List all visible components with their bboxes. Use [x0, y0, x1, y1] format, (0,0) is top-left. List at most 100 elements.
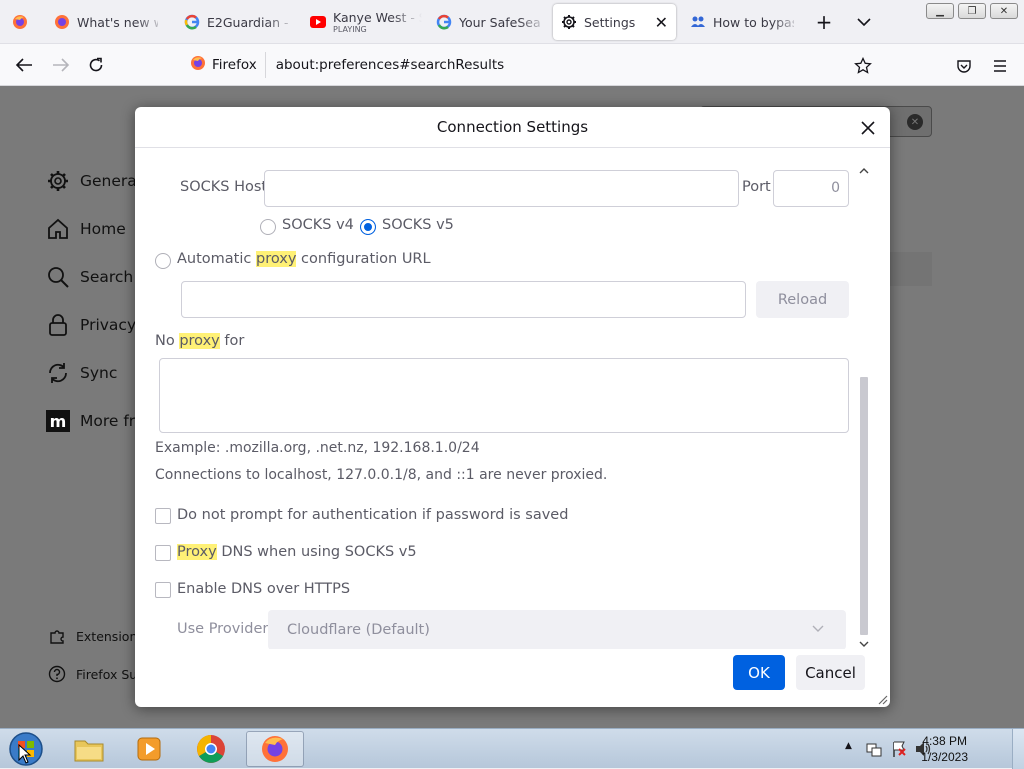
tab-settings[interactable]: Settings ✕	[553, 4, 676, 40]
dns-over-https-checkbox[interactable]	[155, 582, 171, 598]
reload-pac-button[interactable]: Reload	[756, 281, 849, 318]
list-all-tabs-button[interactable]	[852, 10, 876, 34]
tab-playing-label: PLAYING	[333, 24, 367, 34]
sidebar-item-sync[interactable]: Sync	[46, 361, 117, 385]
dialog-body: SOCKS Host Port 0 SOCKS v4 SOCKS v5 Auto…	[135, 149, 875, 649]
tab-kanye-west[interactable]: Kanye West - St PLAYING	[302, 4, 422, 40]
gear-icon	[48, 171, 68, 191]
bookmark-star-button[interactable]	[851, 54, 875, 78]
clear-search-icon[interactable]: ✕	[907, 114, 923, 130]
minimize-icon: ▁	[936, 5, 944, 17]
sidebar-item-home[interactable]: Home	[46, 217, 126, 241]
tab-safesearch[interactable]: Your SafeSearch	[428, 4, 548, 40]
taskbar-chrome[interactable]	[184, 731, 238, 767]
close-icon	[861, 121, 875, 135]
cancel-button[interactable]: Cancel	[796, 655, 865, 690]
restore-button[interactable]: ❐	[958, 3, 986, 19]
proxy-dns-checkbox[interactable]	[155, 545, 171, 561]
scrollbar-thumb[interactable]	[860, 377, 868, 635]
sidebar-item-label: General	[80, 172, 142, 190]
system-clock[interactable]: 4:38 PM 1/3/2023	[921, 733, 968, 765]
plus-icon: +	[815, 10, 833, 34]
dialog-scrollbar[interactable]	[857, 162, 871, 652]
sidebar-item-extensions[interactable]: Extension	[48, 627, 137, 645]
tab-strip: What's new with E2Guardian - U Kanye Wes…	[0, 0, 1024, 44]
sidebar-item-label: Sync	[80, 364, 118, 382]
app-menu-button[interactable]	[988, 54, 1012, 78]
forward-button[interactable]	[49, 53, 73, 77]
tab-title: How to bypass	[713, 14, 794, 30]
show-hidden-icons-icon[interactable]: ▲	[845, 741, 852, 751]
auto-proxy-url-radio[interactable]	[155, 253, 171, 269]
tab-e2guardian[interactable]: E2Guardian - U	[176, 4, 296, 40]
provider-selected-value: Cloudflare (Default)	[287, 622, 430, 638]
reload-button[interactable]	[84, 53, 108, 77]
resize-grip-icon[interactable]	[876, 693, 888, 705]
sidebar-item-privacy[interactable]: Privacy	[46, 313, 136, 337]
minimize-button[interactable]: ▁	[926, 3, 954, 19]
socks-v5-label: SOCKS v5	[382, 217, 454, 233]
auto-proxy-url-input[interactable]	[181, 281, 746, 318]
close-tab-icon[interactable]: ✕	[655, 13, 668, 32]
auto-proxy-url-label: Automatic proxy configuration URL	[177, 251, 431, 267]
provider-select[interactable]: Cloudflare (Default)	[268, 610, 846, 649]
new-tab-button[interactable]: +	[812, 10, 836, 34]
dialog-close-button[interactable]	[856, 116, 880, 140]
taskbar-media-player[interactable]	[122, 731, 176, 767]
socks-host-input[interactable]	[264, 170, 739, 207]
close-icon: ✕	[999, 5, 1009, 17]
gear-icon	[561, 14, 577, 30]
no-proxy-label: No proxy for	[155, 333, 245, 349]
socks-host-label: SOCKS Host	[180, 179, 268, 195]
socks-port-input[interactable]: 0	[773, 170, 849, 207]
page-section-highlight	[890, 252, 932, 286]
action-center-flag-icon[interactable]	[891, 740, 907, 758]
scroll-down-arrow-icon[interactable]	[859, 641, 869, 648]
use-provider-label: Use Provider	[177, 621, 269, 637]
tab-title: Settings	[584, 14, 636, 30]
scroll-up-arrow-icon[interactable]	[859, 167, 869, 174]
tab-whats-new[interactable]: What's new with	[46, 4, 166, 40]
socks-v5-radio[interactable]	[360, 219, 376, 235]
no-proxy-example: Example: .mozilla.org, .net.nz, 192.168.…	[155, 440, 480, 456]
no-prompt-auth-checkbox[interactable]	[155, 508, 171, 524]
network-icon[interactable]	[866, 741, 882, 757]
no-proxy-textarea[interactable]	[159, 358, 849, 433]
pocket-button[interactable]	[952, 54, 976, 78]
puzzle-icon	[50, 630, 64, 644]
sidebar-item-label: Home	[80, 220, 126, 238]
ok-button[interactable]: OK	[733, 655, 785, 690]
home-icon	[48, 218, 68, 239]
url-text[interactable]: about:preferences#searchResults	[276, 57, 504, 73]
sidebar-item-firefox-support[interactable]: Firefox Su	[48, 665, 137, 683]
back-button[interactable]	[12, 53, 36, 77]
taskbar-firefox[interactable]	[246, 731, 304, 767]
identity-box[interactable]: Firefox	[180, 52, 266, 78]
port-label: Port	[742, 179, 771, 195]
firefox-icon	[54, 14, 70, 30]
lock-icon	[49, 314, 67, 336]
media-player-icon	[137, 737, 161, 761]
port-value: 0	[831, 180, 840, 196]
clock-time: 4:38 PM	[922, 734, 967, 748]
svg-text:m: m	[50, 412, 67, 431]
windows-taskbar: ▲ 4:38 PM 1/3/2023	[0, 728, 1024, 769]
restore-icon: ❐	[967, 5, 977, 17]
identity-label: Firefox	[212, 57, 257, 73]
address-bar[interactable]: Firefox about:preferences#searchResults	[180, 49, 880, 81]
google-icon	[184, 14, 200, 30]
tab-firefox-pinned[interactable]	[4, 4, 38, 40]
google-icon	[436, 14, 452, 30]
sidebar-item-more-from-mozilla[interactable]: m More fro	[46, 409, 144, 433]
people-icon	[690, 14, 706, 30]
sidebar-item-search[interactable]: Search	[46, 265, 133, 289]
window-close-button[interactable]: ✕	[990, 3, 1018, 19]
taskbar-file-explorer[interactable]	[62, 731, 116, 767]
tab-how-to-bypass[interactable]: How to bypass	[682, 4, 802, 40]
show-desktop-button[interactable]	[1012, 729, 1024, 769]
socks-v4-radio[interactable]	[260, 219, 276, 235]
sidebar-item-general[interactable]: General	[46, 169, 141, 193]
localhost-note: Connections to localhost, 127.0.0.1/8, a…	[155, 467, 608, 483]
sidebar-item-label: Search	[80, 268, 134, 286]
firefox-icon	[262, 736, 288, 762]
